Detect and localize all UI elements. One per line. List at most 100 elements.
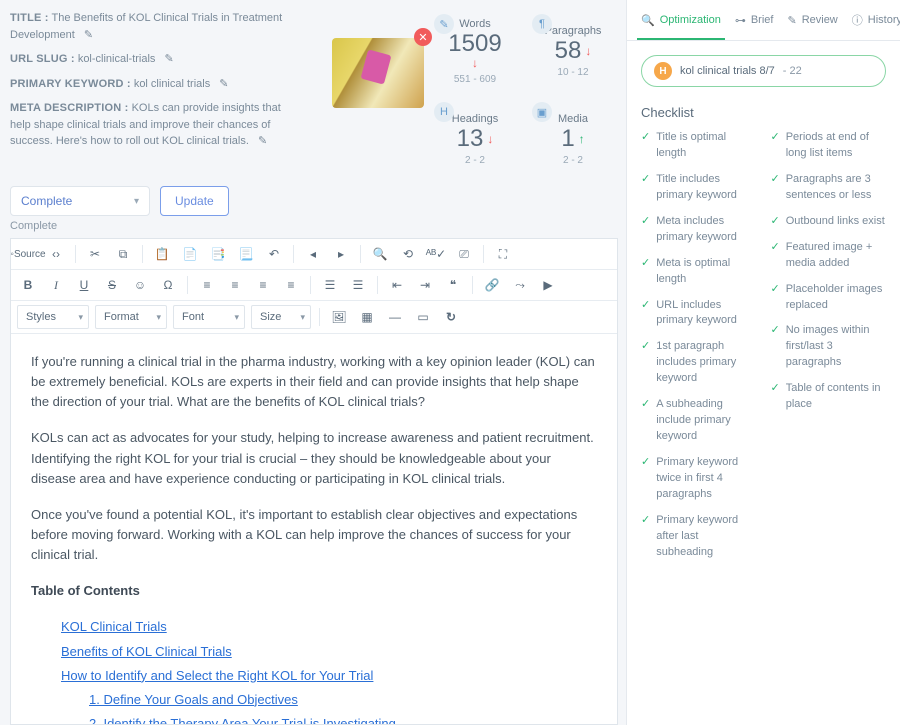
code-button[interactable]: ‹›	[45, 243, 67, 265]
remove-format-button[interactable]: ⎚	[453, 243, 475, 265]
meta-description-label: META DESCRIPTION :	[10, 102, 129, 114]
featured-image[interactable]: ✕	[332, 38, 424, 108]
find-button[interactable]: ▸	[330, 243, 352, 265]
replace-button[interactable]: ⟲	[397, 243, 419, 265]
anchor-button[interactable]: ▶	[537, 274, 559, 296]
edit-primary-keyword-icon[interactable]: ✎	[219, 78, 228, 90]
outdent-button[interactable]: ⇤	[386, 274, 408, 296]
metric-words: ✎ Words 1509 ↓ 551 - 609	[430, 10, 520, 90]
slug-row: URL SLUG : kol-clinical-trials ✎	[10, 51, 326, 68]
blockquote-button[interactable]: ❝	[442, 274, 464, 296]
font-select[interactable]: Font	[173, 305, 245, 329]
italic-button[interactable]: I	[45, 274, 67, 296]
paste-special-button[interactable]: 📃	[235, 243, 257, 265]
checklist-col-2: ✓Periods at end of long list items ✓Para…	[771, 130, 887, 571]
search-button[interactable]: 🔍	[369, 243, 391, 265]
keyword-badge: H	[654, 62, 672, 80]
paste-word-button[interactable]: 📑	[207, 243, 229, 265]
bold-button[interactable]: B	[17, 274, 39, 296]
check-icon: ✓	[641, 172, 650, 204]
editor-content[interactable]: If you're running a clinical trial in th…	[11, 334, 617, 724]
align-center-button[interactable]: ≡	[224, 274, 246, 296]
edit-meta-description-icon[interactable]: ✎	[258, 135, 267, 147]
image-button[interactable]: 🖼	[328, 306, 350, 328]
check-icon: ✓	[641, 339, 650, 387]
check-icon: ✓	[771, 130, 780, 162]
paste-text-button[interactable]: 📄	[179, 243, 201, 265]
slug-value: kol-clinical-trials	[78, 53, 156, 65]
heading-icon: H	[434, 102, 454, 122]
primary-keyword-label: PRIMARY KEYWORD :	[10, 78, 131, 90]
primary-keyword-row: PRIMARY KEYWORD : kol clinical trials ✎	[10, 76, 326, 93]
check-icon: ✓	[771, 172, 780, 204]
numbered-list-button[interactable]: ☰	[319, 274, 341, 296]
strike-button[interactable]: S	[101, 274, 123, 296]
paragraph: Once you've found a potential KOL, it's …	[31, 505, 597, 565]
tab-history[interactable]: ⓘ History	[848, 4, 900, 40]
link-button[interactable]: 🔗	[481, 274, 503, 296]
pencil-icon: ✎	[787, 14, 796, 27]
undo-button[interactable]: ↶	[263, 243, 285, 265]
checklist-col-1: ✓Title is optimal length ✓Title includes…	[641, 130, 757, 571]
keyword-pill[interactable]: H kol clinical trials 8/7 - 22	[641, 55, 886, 87]
toc-link[interactable]: Benefits of KOL Clinical Trials	[61, 644, 232, 659]
maximize-button[interactable]: ⛶	[492, 243, 514, 265]
tab-optimization[interactable]: 🔍 Optimization	[637, 4, 725, 40]
size-select[interactable]: Size	[251, 305, 311, 329]
paste-button[interactable]: 📋	[151, 243, 173, 265]
toc-link[interactable]: How to Identify and Select the Right KOL…	[61, 668, 373, 683]
key-icon: ⊶	[735, 14, 746, 27]
pencil-icon: ✎	[434, 14, 454, 34]
toc-link[interactable]: KOL Clinical Trials	[61, 619, 167, 634]
check-icon: ✓	[641, 513, 650, 561]
tab-review[interactable]: ✎ Review	[783, 4, 841, 40]
edit-title-icon[interactable]: ✎	[84, 29, 93, 41]
refresh-button[interactable]: ↻	[440, 306, 462, 328]
format-select[interactable]: Format	[95, 305, 167, 329]
check-icon: ✓	[771, 323, 780, 371]
unlink-button[interactable]: ⤳	[509, 274, 531, 296]
status-select[interactable]: Complete ▾	[10, 186, 150, 216]
check-icon: ✓	[641, 130, 650, 162]
special-char-button[interactable]: Ω	[157, 274, 179, 296]
check-icon: ✓	[771, 214, 780, 230]
keyword-range: - 22	[783, 65, 802, 77]
spellcheck-button[interactable]: ᴬᴮ✓	[425, 243, 447, 265]
bullet-list-button[interactable]: ☰	[347, 274, 369, 296]
metric-headings: H Headings 13↓ 2 - 2	[430, 98, 520, 178]
edit-slug-icon[interactable]: ✎	[165, 53, 174, 65]
arrow-down-icon: ↓	[585, 45, 591, 57]
editor-toolbar-row-1: ◦ Source ‹› ✂ ⧉ 📋 📄 📑 📃 ↶ ◂ ▸ 🔍 ⟲ ᴬᴮ✓ ⎚ …	[11, 239, 617, 270]
toc-sub-link[interactable]: 1. Define Your Goals and Objectives	[89, 692, 298, 707]
underline-button[interactable]: U	[73, 274, 95, 296]
copy-button[interactable]: ⧉	[112, 243, 134, 265]
check-icon: ✓	[641, 298, 650, 330]
paragraph: If you're running a clinical trial in th…	[31, 352, 597, 412]
embed-button[interactable]: ▭	[412, 306, 434, 328]
redo-button[interactable]: ◂	[302, 243, 324, 265]
align-right-button[interactable]: ≡	[252, 274, 274, 296]
table-button[interactable]: ▦	[356, 306, 378, 328]
indent-button[interactable]: ⇥	[414, 274, 436, 296]
cut-button[interactable]: ✂	[84, 243, 106, 265]
hr-button[interactable]: —	[384, 306, 406, 328]
emoji-button[interactable]: ☺	[129, 274, 151, 296]
toc-sub-link[interactable]: 2. Identify the Therapy Area Your Trial …	[89, 716, 396, 724]
align-left-button[interactable]: ≡	[196, 274, 218, 296]
update-button[interactable]: Update	[160, 186, 229, 216]
meta-description-row: META DESCRIPTION : KOLs can provide insi…	[10, 100, 300, 150]
title-label: TITLE :	[10, 12, 49, 24]
check-icon: ✓	[771, 240, 780, 272]
tab-brief[interactable]: ⊶ Brief	[731, 4, 778, 40]
check-icon: ✓	[641, 455, 650, 503]
align-justify-button[interactable]: ≡	[280, 274, 302, 296]
source-button[interactable]: ◦ Source	[17, 243, 39, 265]
info-icon: ⓘ	[852, 12, 863, 28]
check-icon: ✓	[641, 214, 650, 246]
media-icon: ▣	[532, 102, 552, 122]
paragraph: KOLs can act as advocates for your study…	[31, 428, 597, 488]
styles-select[interactable]: Styles	[17, 305, 89, 329]
check-icon: ✓	[641, 256, 650, 288]
metric-media: ▣ Media 1↑ 2 - 2	[528, 98, 618, 178]
editor: ◦ Source ‹› ✂ ⧉ 📋 📄 📑 📃 ↶ ◂ ▸ 🔍 ⟲ ᴬᴮ✓ ⎚ …	[10, 238, 618, 725]
